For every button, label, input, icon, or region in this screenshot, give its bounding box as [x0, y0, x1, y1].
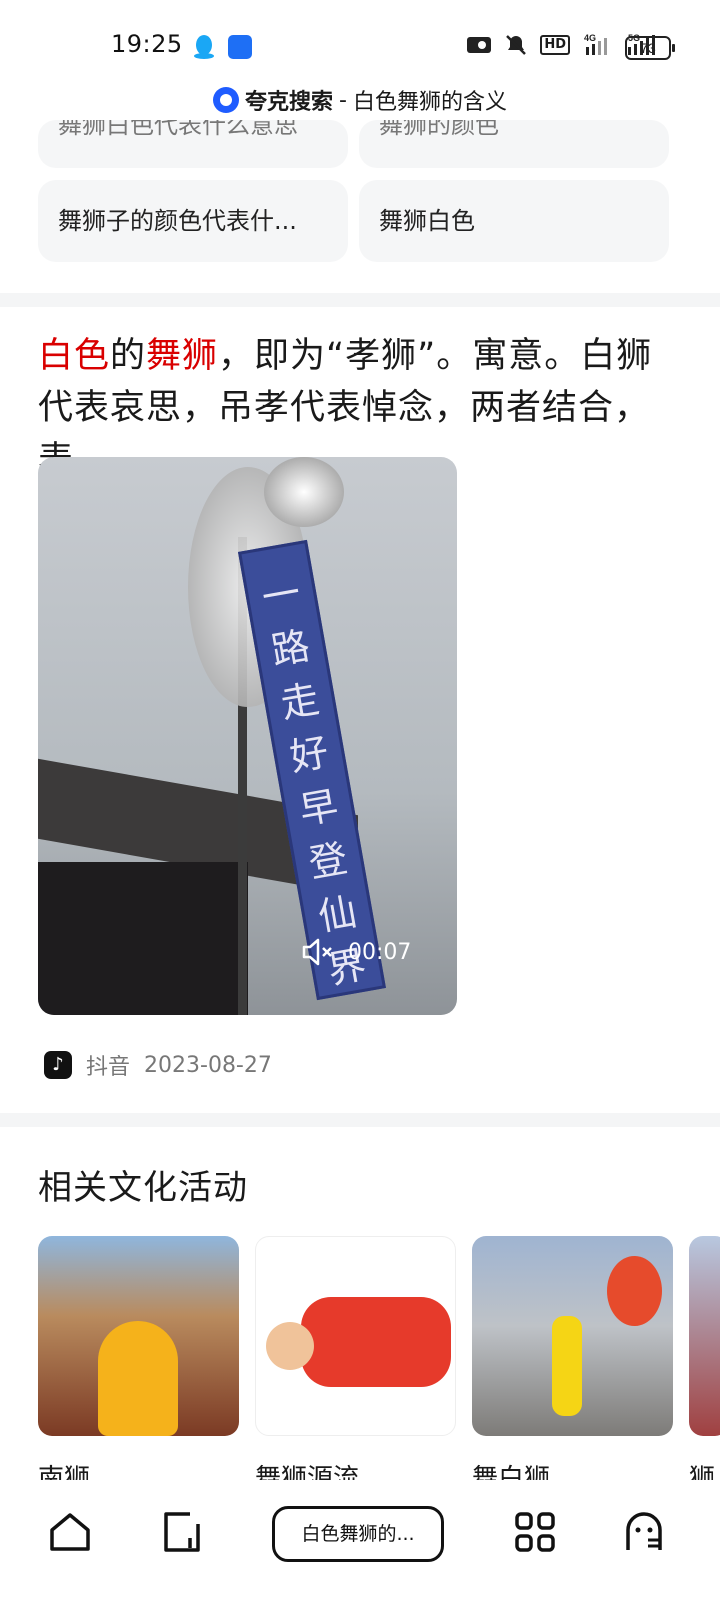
source-name: 抖音	[86, 1055, 131, 1080]
source-info[interactable]: ♪ 抖音 2023-08-27	[44, 1049, 272, 1081]
banner-char: 早	[296, 782, 342, 833]
suggestion-chip[interactable]: 舞狮白色	[359, 180, 669, 262]
related-card[interactable]	[689, 1236, 720, 1436]
douyin-icon: ♪	[44, 1051, 72, 1079]
banner-char: 登	[305, 836, 351, 887]
source-date: 2023-08-27	[144, 1052, 272, 1078]
video-player[interactable]: 一 路 走 好 早 登 仙 界 00:07	[38, 457, 457, 1015]
related-card[interactable]	[38, 1236, 239, 1436]
answer-highlight: 白色	[38, 336, 111, 376]
performer-face	[266, 1322, 314, 1370]
red-lion-illustration	[301, 1297, 451, 1387]
red-lion-image	[607, 1256, 662, 1326]
home-icon[interactable]	[48, 1510, 92, 1554]
suggestion-chip[interactable]: 舞狮的颜色	[359, 120, 669, 168]
section-title: 相关文化活动	[38, 1168, 248, 1208]
suggestion-chip[interactable]: 舞狮白色代表什么意思	[38, 120, 348, 168]
quark-logo-icon	[213, 87, 239, 113]
banner-char: 路	[267, 623, 314, 674]
video-duration: 00:07	[348, 939, 412, 965]
svg-text:4G: 4G	[584, 33, 596, 43]
mute-icon[interactable]	[300, 935, 334, 969]
video-controls: 00:07	[300, 935, 411, 969]
brand-name: 夸克搜索	[245, 90, 334, 115]
app-notification-icon	[228, 35, 252, 59]
related-card[interactable]	[472, 1236, 673, 1436]
banner-char: 走	[277, 676, 323, 727]
performer-figure	[552, 1316, 582, 1416]
related-card[interactable]	[255, 1236, 456, 1436]
hd-icon: HD	[540, 35, 570, 55]
section-divider	[0, 1113, 720, 1127]
ghost-icon[interactable]	[622, 1510, 666, 1554]
tabs-icon[interactable]	[160, 1510, 204, 1554]
nfc-icon	[467, 37, 492, 53]
banner-char: 好	[286, 729, 332, 780]
page-title-bar[interactable]: 夸克搜索 - 白色舞狮的含义	[0, 80, 720, 120]
search-query: 白色舞狮的含义	[352, 90, 507, 115]
title-separator: -	[339, 87, 347, 113]
clock: 19:25	[111, 30, 183, 58]
answer-text: 的	[110, 336, 147, 376]
mourning-banner: 一 路 走 好 早 登 仙 界	[238, 539, 386, 1001]
suggestion-chip[interactable]: 舞狮子的颜色代表什...	[38, 180, 348, 262]
battery-icon: 73	[625, 36, 675, 60]
white-lion-head	[264, 457, 344, 527]
stage-structure	[38, 862, 248, 1015]
apps-grid-icon[interactable]	[513, 1510, 557, 1554]
mute-bell-icon	[506, 35, 527, 55]
signal-4g-icon: 4G	[584, 33, 607, 55]
banner-char: 一	[258, 570, 304, 621]
qq-icon	[194, 35, 214, 59]
answer-highlight: 舞狮	[146, 336, 219, 376]
section-divider	[0, 293, 720, 307]
yellow-lion-image	[98, 1321, 178, 1436]
status-bar: 19:25 HD 4G 5G 73	[0, 0, 720, 90]
current-tab-button[interactable]: 白色舞狮的...	[272, 1506, 444, 1562]
bottom-nav: 白色舞狮的...	[0, 1480, 720, 1600]
